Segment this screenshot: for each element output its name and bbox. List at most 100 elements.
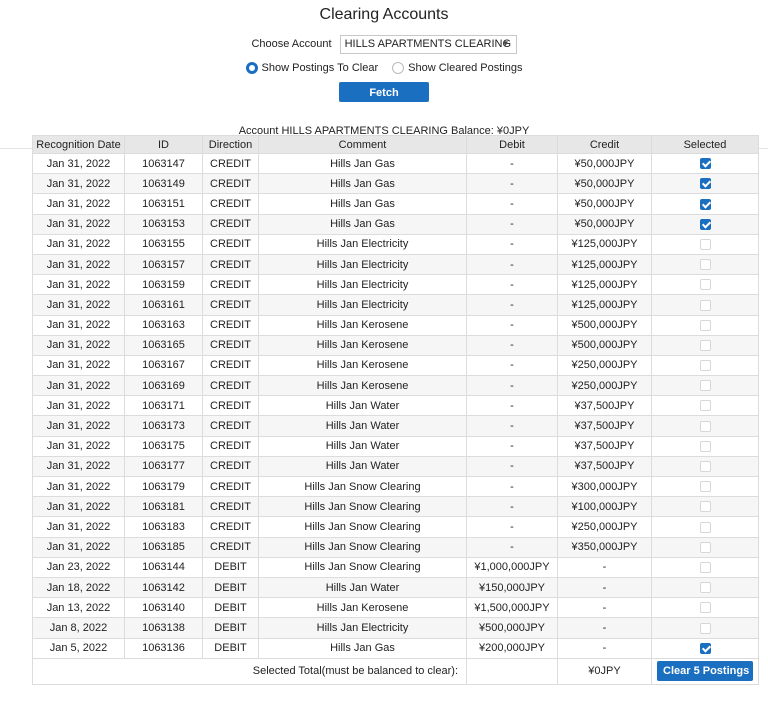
cell-direction: CREDIT (202, 455, 259, 478)
cell-debit: - (466, 152, 558, 175)
footer-action-cell: Clear 5 Postings (651, 657, 759, 685)
postings-table: Recognition Date ID Direction Comment De… (32, 135, 759, 685)
cell-date: Jan 18, 2022 (32, 576, 125, 599)
header: Clearing Accounts Choose Account HILLS A… (0, 5, 768, 149)
cell-debit: - (466, 294, 558, 316)
cell-debit: - (466, 375, 558, 397)
cell-date: Jan 31, 2022 (32, 173, 125, 195)
cell-selected (651, 173, 759, 195)
cell-credit: ¥500,000JPY (557, 314, 652, 336)
cell-selected (651, 455, 759, 478)
checkbox-unchecked-icon[interactable] (699, 279, 711, 291)
cell-credit: - (557, 597, 652, 619)
cell-date: Jan 31, 2022 (32, 455, 125, 478)
table-row: Jan 13, 2022 1063140 DEBIT Hills Jan Kerose… (32, 597, 759, 619)
clear-postings-button[interactable]: Clear 5 Postings (657, 661, 753, 682)
checkbox-unchecked-icon[interactable] (699, 259, 711, 271)
cell-debit: - (466, 253, 558, 276)
cell-date: Jan 31, 2022 (32, 536, 125, 558)
cell-debit: - (466, 395, 558, 417)
cell-id: 1063185 (124, 536, 203, 558)
col-debit[interactable]: Debit (466, 135, 558, 154)
checkbox-checked-icon[interactable] (699, 218, 711, 230)
table-row: Jan 31, 2022 1063153 CREDIT Hills Jan Gas - ¥… (32, 213, 759, 235)
cell-credit: ¥250,000JPY (557, 354, 652, 377)
cell-date: Jan 23, 2022 (32, 556, 125, 578)
checkbox-unchecked-icon[interactable] (699, 622, 711, 634)
cell-direction: CREDIT (202, 415, 259, 437)
account-select[interactable]: HILLS APARTMENTS CLEARING ▼ (339, 34, 517, 54)
cell-direction: DEBIT (202, 576, 259, 599)
checkbox-unchecked-icon[interactable] (699, 299, 711, 311)
checkbox-unchecked-icon[interactable] (699, 602, 711, 614)
radio-selected-icon[interactable] (245, 62, 258, 74)
cell-comment: Hills Jan Gas (258, 193, 467, 215)
col-credit[interactable]: Credit (557, 135, 652, 154)
cell-comment: Hills Jan Electricity (258, 294, 467, 316)
cell-direction: CREDIT (202, 253, 259, 276)
checkbox-unchecked-icon[interactable] (699, 238, 711, 250)
checkbox-unchecked-icon[interactable] (699, 400, 711, 412)
col-id[interactable]: ID (124, 135, 203, 154)
cell-date: Jan 31, 2022 (32, 415, 125, 437)
checkbox-unchecked-icon[interactable] (699, 360, 711, 372)
checkbox-checked-icon[interactable] (699, 158, 711, 170)
checkbox-unchecked-icon[interactable] (699, 582, 711, 594)
table-row: Jan 8, 2022 1063138 DEBIT Hills Jan Electri… (32, 617, 759, 639)
checkbox-unchecked-icon[interactable] (699, 481, 711, 493)
table-body: Jan 31, 2022 1063147 CREDIT Hills Jan Gas - ¥… (32, 152, 759, 659)
cell-comment: Hills Jan Electricity (258, 274, 467, 296)
checkbox-unchecked-icon[interactable] (699, 561, 711, 573)
cell-date: Jan 5, 2022 (32, 637, 125, 659)
cell-selected (651, 637, 759, 659)
cell-date: Jan 31, 2022 (32, 274, 125, 296)
cell-credit: ¥125,000JPY (557, 274, 652, 296)
table-row: Jan 31, 2022 1063177 CREDIT Hills Jan Water… (32, 455, 759, 478)
fetch-postings-button[interactable]: Fetch Postings (339, 82, 429, 119)
radio-unselected-icon[interactable] (392, 62, 405, 74)
cell-id: 1063144 (124, 556, 203, 578)
col-selected[interactable]: Selected (651, 135, 759, 154)
cell-debit: ¥200,000JPY (466, 637, 558, 659)
col-comment[interactable]: Comment (258, 135, 467, 154)
cell-comment: Hills Jan Gas (258, 637, 467, 659)
cell-date: Jan 31, 2022 (32, 354, 125, 377)
cell-id: 1063181 (124, 496, 203, 518)
cell-direction: DEBIT (202, 637, 259, 659)
checkbox-unchecked-icon[interactable] (699, 420, 711, 432)
checkbox-unchecked-icon[interactable] (699, 501, 711, 513)
choose-account-label: Choose Account (251, 38, 332, 50)
checkbox-unchecked-icon[interactable] (699, 339, 711, 351)
cell-date: Jan 31, 2022 (32, 334, 125, 356)
selected-total-value: ¥0JPY (557, 657, 652, 685)
table-footer-row: Selected Total(must be balanced to clear… (32, 657, 759, 685)
cell-comment: Hills Jan Snow Clearing (258, 516, 467, 538)
checkbox-checked-icon[interactable] (699, 642, 711, 654)
checkbox-checked-icon[interactable] (699, 178, 711, 190)
table-row: Jan 31, 2022 1063179 CREDIT Hills Jan Snow … (32, 475, 759, 498)
cell-direction: DEBIT (202, 556, 259, 578)
checkbox-unchecked-icon[interactable] (699, 521, 711, 533)
cell-direction: CREDIT (202, 274, 259, 296)
radio-show-to-clear[interactable]: Show Postings To Clear (245, 62, 378, 74)
checkbox-checked-icon[interactable] (699, 198, 711, 210)
table-row: Jan 31, 2022 1063161 CREDIT Hills Jan Elect… (32, 294, 759, 316)
cell-selected (651, 516, 759, 538)
checkbox-unchecked-icon[interactable] (699, 440, 711, 452)
col-direction[interactable]: Direction (202, 135, 259, 154)
cell-credit: - (557, 576, 652, 599)
cell-direction: CREDIT (202, 375, 259, 397)
cell-id: 1063142 (124, 576, 203, 599)
checkbox-unchecked-icon[interactable] (699, 461, 711, 472)
checkbox-unchecked-icon[interactable] (699, 319, 711, 331)
checkbox-unchecked-icon[interactable] (699, 541, 711, 553)
cell-comment: Hills Jan Kerosene (258, 354, 467, 377)
cell-id: 1063167 (124, 354, 203, 377)
cell-id: 1063159 (124, 274, 203, 296)
cell-credit: ¥250,000JPY (557, 375, 652, 397)
cell-direction: CREDIT (202, 294, 259, 316)
checkbox-unchecked-icon[interactable] (699, 380, 711, 392)
col-recognition-date[interactable]: Recognition Date (32, 135, 125, 154)
cell-debit: ¥500,000JPY (466, 617, 558, 639)
radio-show-cleared[interactable]: Show Cleared Postings (392, 62, 522, 74)
